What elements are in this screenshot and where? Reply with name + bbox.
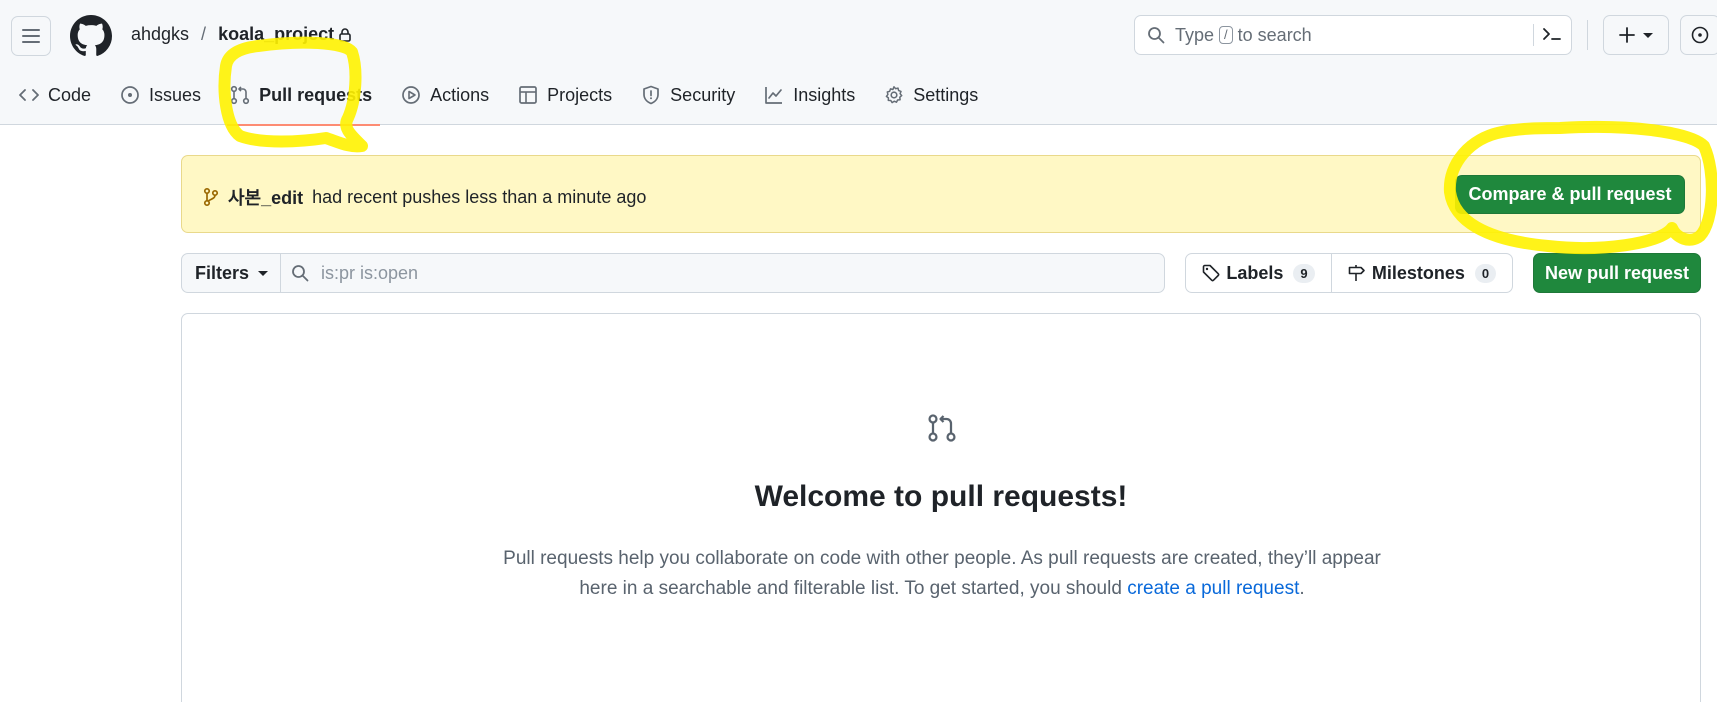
labels-label: Labels bbox=[1226, 262, 1284, 283]
tab-pull-requests[interactable]: Pull requests bbox=[227, 80, 381, 126]
recent-push-message: 사본_edit had recent pushes less than a mi… bbox=[203, 184, 646, 210]
owner-link[interactable]: ahdgks bbox=[131, 24, 189, 45]
lock-icon bbox=[339, 27, 351, 42]
code-icon bbox=[19, 89, 39, 101]
recent-push-text: had recent pushes less than a minute ago bbox=[312, 186, 647, 207]
your-issues-button[interactable] bbox=[1680, 15, 1717, 55]
filters-button-label: Filters bbox=[194, 262, 250, 283]
tab-projects-label: Projects bbox=[547, 84, 613, 105]
tab-settings[interactable]: Settings bbox=[884, 80, 978, 110]
shield-icon bbox=[643, 85, 660, 105]
create-pull-request-link[interactable]: create a pull request bbox=[1127, 578, 1299, 599]
new-pull-request-button[interactable]: New pull request bbox=[1533, 253, 1701, 293]
search-shortcut-key: / bbox=[1219, 26, 1233, 44]
chevron-down-icon bbox=[258, 270, 269, 276]
search-icon bbox=[291, 264, 309, 282]
search-placeholder-suffix: to search bbox=[1237, 24, 1312, 45]
labels-milestones-group: Labels 9 Milestones 0 bbox=[1185, 253, 1513, 293]
search-placeholder: Type / to search bbox=[1175, 25, 1312, 46]
labels-count: 9 bbox=[1293, 263, 1315, 283]
filters-button[interactable]: Filters bbox=[181, 253, 281, 293]
tab-projects[interactable]: Projects bbox=[518, 80, 612, 110]
git-branch-icon bbox=[203, 187, 219, 207]
repo-header: ahdgks / koala_project Type / to search bbox=[0, 0, 1717, 126]
recent-push-banner: 사본_edit had recent pushes less than a mi… bbox=[181, 155, 1701, 233]
pr-search-field[interactable] bbox=[280, 253, 1165, 293]
milestones-button[interactable]: Milestones 0 bbox=[1332, 254, 1512, 292]
tab-insights-label: Insights bbox=[793, 84, 856, 105]
blankslate-description: Pull requests help you collaborate on co… bbox=[482, 544, 1402, 604]
compare-pull-request-button[interactable]: Compare & pull request bbox=[1455, 175, 1685, 214]
github-logo-icon[interactable] bbox=[70, 15, 112, 57]
tab-code-label: Code bbox=[48, 84, 92, 105]
search-divider bbox=[1533, 24, 1534, 46]
repo-link[interactable]: koala_project bbox=[218, 24, 334, 45]
tab-pull-requests-label: Pull requests bbox=[259, 84, 373, 105]
issue-opened-icon bbox=[121, 86, 139, 104]
labels-button[interactable]: Labels 9 bbox=[1186, 254, 1332, 292]
tab-issues-label: Issues bbox=[149, 84, 202, 105]
milestones-label: Milestones bbox=[1371, 262, 1465, 283]
branch-name[interactable]: 사본_edit bbox=[228, 184, 303, 210]
tab-settings-label: Settings bbox=[913, 84, 979, 105]
tag-icon bbox=[1203, 264, 1220, 282]
issue-opened-icon bbox=[1691, 26, 1709, 44]
table-icon bbox=[519, 86, 537, 104]
blankslate-body-end: . bbox=[1299, 578, 1305, 599]
tab-security-label: Security bbox=[670, 84, 736, 105]
pull-requests-blankslate: Welcome to pull requests! Pull requests … bbox=[181, 313, 1701, 702]
tab-security[interactable]: Security bbox=[641, 80, 735, 110]
search-input[interactable]: Type / to search bbox=[1134, 15, 1572, 55]
tab-insights[interactable]: Insights bbox=[764, 80, 855, 110]
milestone-icon bbox=[1348, 265, 1365, 281]
git-pull-request-icon bbox=[230, 85, 250, 105]
pr-search-input[interactable] bbox=[321, 262, 1121, 284]
search-placeholder-prefix: Type bbox=[1175, 24, 1215, 45]
menu-button[interactable] bbox=[11, 16, 51, 56]
tab-actions-label: Actions bbox=[430, 84, 490, 105]
graph-icon bbox=[765, 87, 783, 104]
git-pull-request-icon bbox=[927, 413, 957, 448]
hamburger-icon bbox=[22, 29, 40, 43]
tab-issues[interactable]: Issues bbox=[120, 80, 201, 110]
breadcrumb: ahdgks / koala_project bbox=[131, 24, 351, 45]
play-icon bbox=[402, 86, 420, 104]
header-divider bbox=[1587, 20, 1588, 50]
create-new-button[interactable] bbox=[1603, 15, 1669, 55]
tab-code[interactable]: Code bbox=[19, 80, 91, 110]
gear-icon bbox=[885, 86, 903, 104]
command-palette-icon[interactable] bbox=[1542, 25, 1562, 43]
chevron-down-icon bbox=[1643, 32, 1653, 38]
plus-icon bbox=[1619, 27, 1635, 43]
search-icon bbox=[1147, 26, 1165, 44]
breadcrumb-separator: / bbox=[201, 24, 207, 44]
milestones-count: 0 bbox=[1474, 263, 1497, 283]
tab-actions[interactable]: Actions bbox=[401, 80, 489, 110]
repo-nav-tabs: Code Issues Pull requests Actions Projec… bbox=[19, 80, 1007, 126]
blankslate-title: Welcome to pull requests! bbox=[754, 480, 1128, 513]
